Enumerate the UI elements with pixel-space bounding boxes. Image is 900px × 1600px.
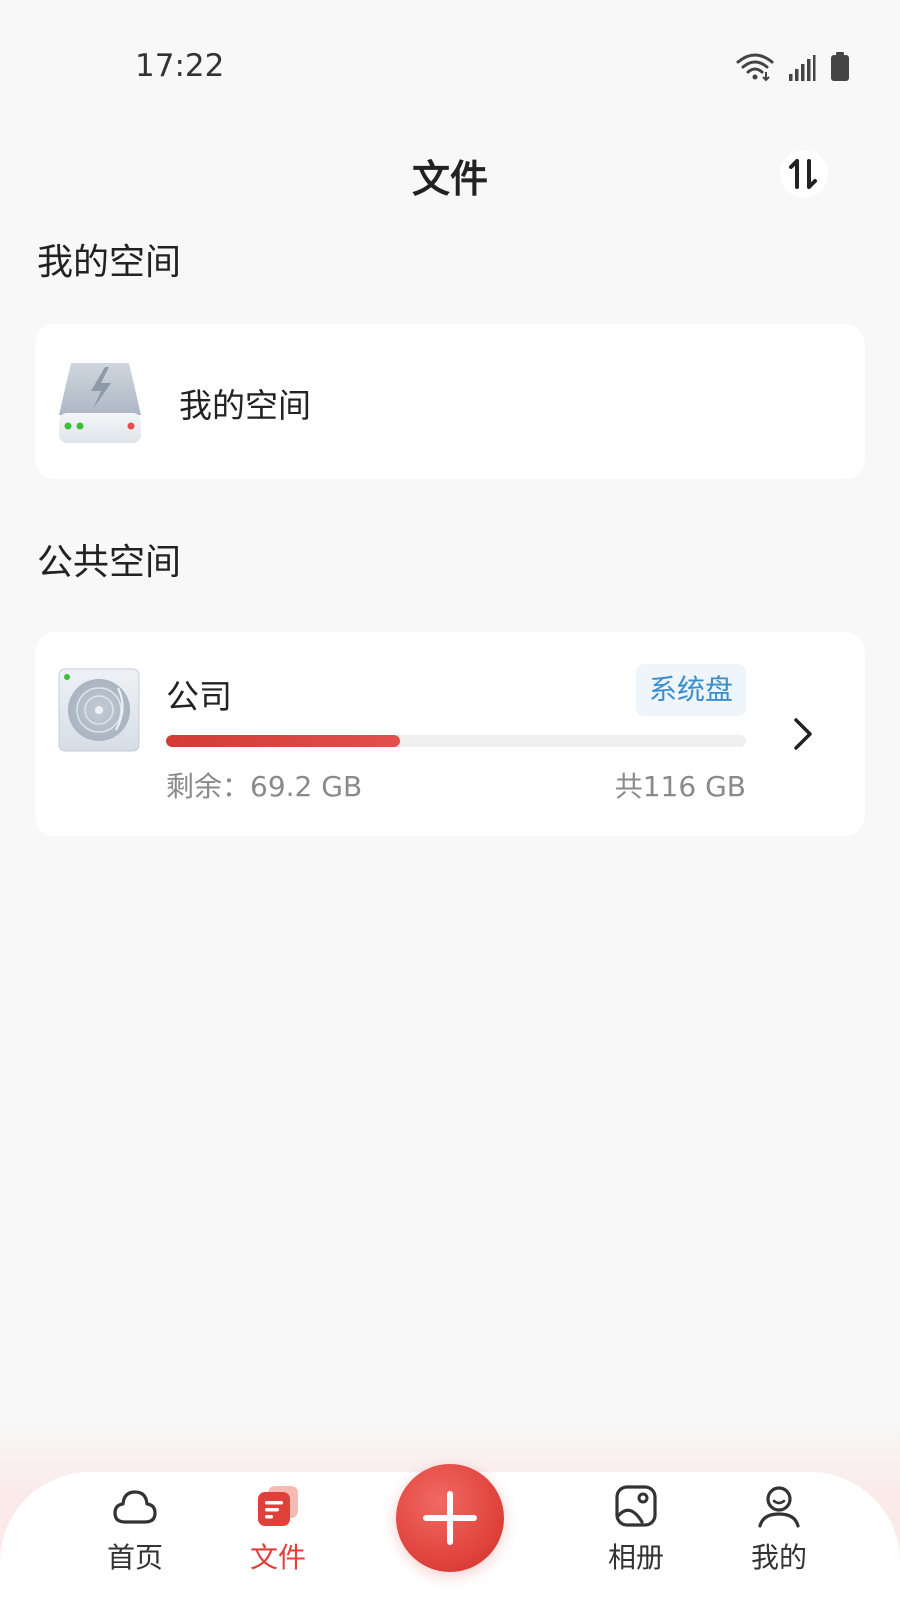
- cloud-icon: [113, 1490, 157, 1524]
- status-icons: [736, 52, 850, 82]
- nav-label-home: 首页: [106, 1541, 163, 1574]
- nav-label-files: 文件: [249, 1541, 306, 1574]
- page-title: 文件: [411, 157, 488, 201]
- nav-item-album[interactable]: 相册: [581, 1482, 691, 1576]
- add-button[interactable]: [396, 1464, 504, 1572]
- nav-label-album: 相册: [607, 1541, 664, 1574]
- sort-button[interactable]: [780, 150, 828, 198]
- sort-arrows-icon: [789, 159, 817, 189]
- storage-drive-icon: [59, 363, 141, 443]
- system-disk-badge: 系统盘: [636, 664, 746, 716]
- section-title-public-space: 公共空间: [37, 542, 182, 583]
- files-icon: [258, 1486, 298, 1526]
- section-title-my-space: 我的空间: [37, 242, 182, 283]
- user-icon: [758, 1486, 800, 1528]
- nav-item-home[interactable]: 首页: [80, 1482, 190, 1576]
- my-space-label: 我的空间: [179, 386, 311, 425]
- status-bar: 17:22: [0, 0, 900, 135]
- signal-icon: [789, 55, 816, 81]
- nav-item-mine[interactable]: 我的: [724, 1482, 834, 1576]
- remaining-storage: 剩余：69.2 GB: [166, 770, 363, 803]
- chevron-right-icon[interactable]: [788, 714, 816, 754]
- my-space-card[interactable]: 我的空间: [35, 324, 865, 479]
- drive-name: 公司: [166, 677, 232, 716]
- public-space-card-company[interactable]: 公司 系统盘 剩余：69.2 GB 共116 GB: [35, 632, 865, 836]
- status-time: 17:22: [135, 48, 225, 84]
- nav-label-mine: 我的: [750, 1541, 807, 1574]
- wifi-icon: [736, 53, 774, 82]
- storage-progress-bar: [166, 735, 746, 747]
- total-storage: 共116 GB: [614, 770, 746, 803]
- album-icon: [615, 1485, 657, 1527]
- hard-disk-icon: [58, 668, 140, 752]
- plus-icon: [423, 1491, 477, 1545]
- nav-item-files[interactable]: 文件: [223, 1482, 333, 1576]
- battery-icon: [831, 52, 849, 81]
- files-screen: 17:22 文件 我的空间 我的空间 公共空间 公司 系统盘 剩余：69.2 G…: [0, 0, 900, 1600]
- storage-progress-fill: [166, 735, 400, 747]
